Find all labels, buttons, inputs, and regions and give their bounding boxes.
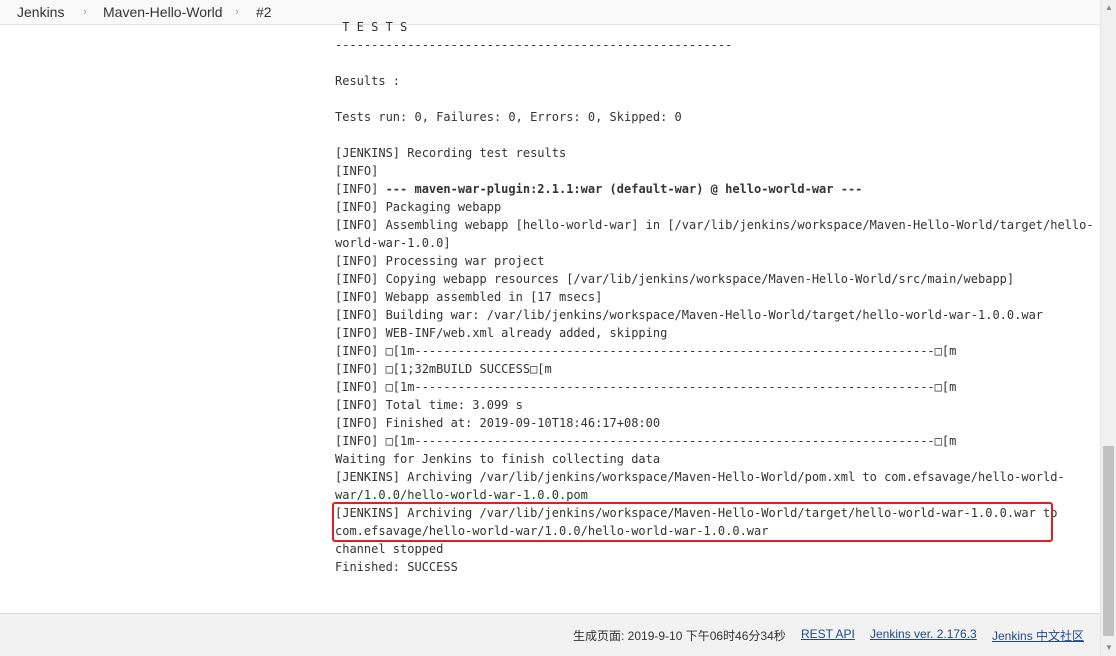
console-line: [INFO] WEB-INF/web.xml already added, sk… — [335, 326, 668, 340]
console-line: [INFO] □[1m-----------------------------… — [335, 344, 957, 358]
rest-api-link[interactable]: REST API — [801, 627, 855, 641]
console-line: [INFO] □[1m-----------------------------… — [335, 434, 957, 448]
chevron-right-icon[interactable]: › — [80, 7, 90, 18]
console-line: [INFO] Building war: /var/lib/jenkins/wo… — [335, 308, 1044, 322]
footer: 生成页面: 2019-9-10 下午06时46分34秒 REST API Jen… — [0, 613, 1100, 656]
console-line: [JENKINS] Recording test results — [335, 146, 567, 160]
console-line-prefix: [INFO] — [335, 182, 386, 196]
console-line: [INFO] □[1m-----------------------------… — [335, 380, 957, 394]
console-line: [INFO] --- maven-war-plugin:2.1.1:war (d… — [335, 180, 1075, 198]
console-output: T E S T S -------------------------------… — [335, 18, 1094, 576]
console-line: world-war-1.0.0] — [335, 236, 451, 250]
console-line: [INFO] Packaging webapp — [335, 200, 502, 214]
scroll-up-icon[interactable]: ▲ — [1101, 0, 1116, 16]
console-line: [INFO] Processing war project — [335, 254, 545, 268]
console-line: Waiting for Jenkins to finish collecting… — [335, 452, 661, 466]
generated-timestamp: 生成页面: 2019-9-10 下午06时46分34秒 — [573, 629, 786, 643]
jenkins-version-link[interactable]: Jenkins ver. 2.176.3 — [870, 627, 977, 641]
console-line: T E S T S — [335, 20, 408, 34]
console-line-bold: --- maven-war-plugin:2.1.1:war (default-… — [385, 182, 863, 196]
console-line: [INFO] Copying webapp resources [/var/li… — [335, 272, 1015, 286]
breadcrumb-jenkins[interactable]: Jenkins — [17, 4, 64, 20]
jenkins-community-link[interactable]: Jenkins 中文社区 — [992, 627, 1084, 644]
console-line: Finished: SUCCESS — [335, 560, 458, 574]
console-line: [INFO] Assembling webapp [hello-world-wa… — [335, 218, 1094, 232]
console-line: Results : — [335, 74, 401, 88]
scroll-thumb[interactable] — [1103, 446, 1114, 636]
console-line: ----------------------------------------… — [335, 38, 733, 52]
breadcrumb-job[interactable]: Maven-Hello-World — [103, 4, 223, 20]
breadcrumb-build[interactable]: #2 — [256, 4, 272, 20]
console-line: channel stopped — [335, 542, 444, 556]
highlight-annotation — [332, 502, 1053, 542]
console-line: [INFO] — [335, 164, 379, 178]
console-line: [JENKINS] Archiving /var/lib/jenkins/wor… — [335, 470, 1065, 484]
console-line: [INFO] □[1;32mBUILD SUCCESS□[m — [335, 362, 552, 376]
vertical-scrollbar[interactable]: ▲ ▼ — [1100, 0, 1116, 656]
console-line: Tests run: 0, Failures: 0, Errors: 0, Sk… — [335, 110, 682, 124]
console-line: [INFO] Finished at: 2019-09-10T18:46:17+… — [335, 416, 661, 430]
console-line: [INFO] Webapp assembled in [17 msecs] — [335, 290, 603, 304]
chevron-right-icon[interactable]: › — [232, 7, 242, 18]
console-line: [INFO] Total time: 3.099 s — [335, 398, 523, 412]
scroll-down-icon[interactable]: ▼ — [1101, 640, 1116, 656]
